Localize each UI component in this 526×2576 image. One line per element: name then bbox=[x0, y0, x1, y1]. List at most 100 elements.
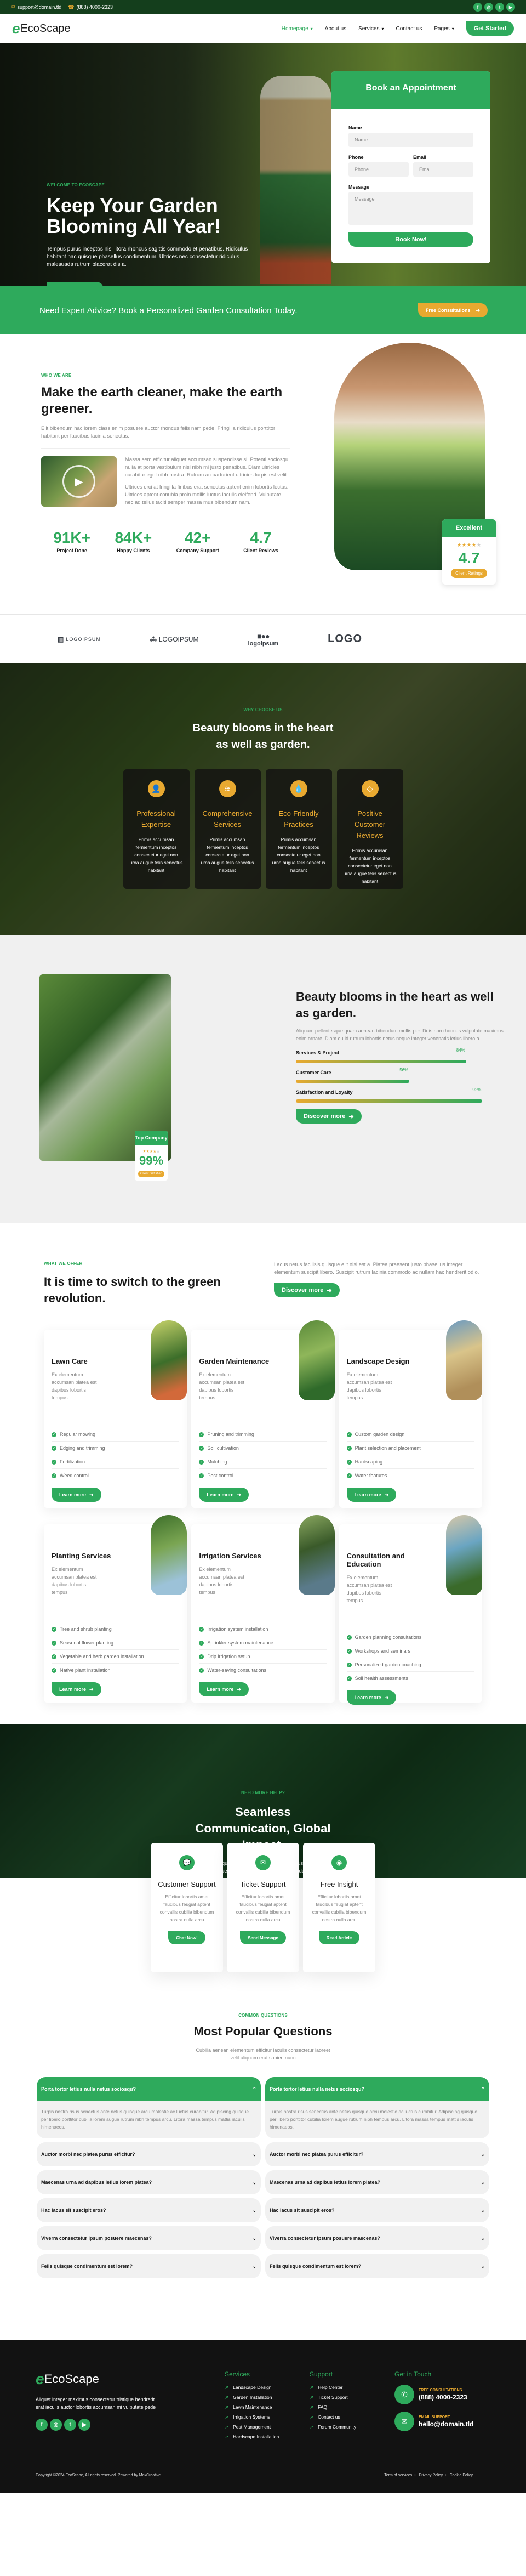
nav-item-homepage[interactable]: Homepage ▾ bbox=[282, 26, 313, 32]
privacy-link[interactable]: Privacy Policy bbox=[419, 2473, 443, 2477]
cookie-link[interactable]: Cookie Policy bbox=[450, 2473, 473, 2477]
chevron-down-icon[interactable]: ⌄ bbox=[481, 2263, 485, 2269]
chevron-up-icon[interactable]: ⌃ bbox=[481, 2086, 485, 2092]
service-title: Lawn Care bbox=[52, 1357, 88, 1365]
faq-question[interactable]: Porta tortor letius nulla netus sociosqu… bbox=[265, 2077, 489, 2101]
star-rating: ★★★★★ bbox=[456, 542, 482, 548]
faq-question[interactable]: Hac lacus sit suscipit eros? ⌄ bbox=[37, 2198, 261, 2222]
faq-question[interactable]: Felis quisque condimentum est lorem? ⌄ bbox=[265, 2254, 489, 2278]
phone-input[interactable]: Phone bbox=[348, 162, 409, 177]
faq-item[interactable]: Felis quisque condimentum est lorem? ⌄ bbox=[265, 2254, 489, 2278]
faq-item[interactable]: Auctor morbi nec platea purus efficitur?… bbox=[265, 2142, 489, 2166]
chevron-down-icon[interactable]: ⌄ bbox=[252, 2263, 256, 2269]
message-textarea[interactable]: Message bbox=[348, 192, 473, 225]
nav-item-pages[interactable]: Pages ▾ bbox=[434, 26, 454, 32]
faq-question[interactable]: Maecenas urna ad dapibus letius lorem pl… bbox=[37, 2170, 261, 2194]
faq-question[interactable]: Viverra consectetur ipsum posuere maecen… bbox=[265, 2226, 489, 2250]
footer-email[interactable]: ✉ EMAIL SUPPORT hello@domain.tld bbox=[395, 2412, 473, 2431]
discover-more-button[interactable]: Discover more ➜ bbox=[274, 1283, 340, 1297]
chevron-down-icon[interactable]: ⌄ bbox=[252, 2235, 256, 2242]
faq-item[interactable]: Hac lacus sit suscipit eros? ⌄ bbox=[265, 2198, 489, 2222]
faq-question[interactable]: Viverra consectetur ipsum posuere maecen… bbox=[37, 2226, 261, 2250]
phone-contact[interactable]: ☎ (888) 4000-2323 bbox=[68, 4, 113, 10]
chevron-down-icon[interactable]: ⌄ bbox=[252, 2208, 256, 2214]
instagram-icon[interactable]: ◎ bbox=[50, 2419, 62, 2431]
learn-more-button[interactable]: Learn more ➜ bbox=[346, 1690, 397, 1705]
faq-question-text: Felis quisque condimentum est lorem? bbox=[270, 2263, 362, 2269]
twitter-icon[interactable]: t bbox=[495, 3, 504, 12]
footer-link[interactable]: ↗ Irrigation Systems bbox=[225, 2414, 310, 2420]
nav-item-contact[interactable]: Contact us bbox=[396, 26, 422, 32]
faq-question-text: Porta tortor letius nulla netus sociosqu… bbox=[41, 2086, 136, 2092]
faq-item[interactable]: Hac lacus sit suscipit eros? ⌄ bbox=[37, 2198, 261, 2222]
get-started-button[interactable]: Get Started bbox=[466, 21, 514, 36]
footer-link[interactable]: ↗ Forum Community bbox=[310, 2424, 395, 2430]
faq-item[interactable]: Viverra consectetur ipsum posuere maecen… bbox=[265, 2226, 489, 2250]
footer-link[interactable]: ↗ Landscape Design bbox=[225, 2385, 310, 2391]
footer-link[interactable]: ↗ Help Center bbox=[310, 2385, 395, 2391]
footer-logo[interactable]: e EcoScape bbox=[36, 2370, 225, 2388]
footer-link[interactable]: ↗ Garden Installation bbox=[225, 2395, 310, 2401]
chevron-down-icon[interactable]: ⌄ bbox=[252, 2180, 256, 2186]
nav-item-about[interactable]: About us bbox=[325, 26, 346, 32]
faq-item[interactable]: Viverra consectetur ipsum posuere maecen… bbox=[37, 2226, 261, 2250]
youtube-icon[interactable]: ▶ bbox=[506, 3, 515, 12]
learn-more-button[interactable]: Learn more ➜ bbox=[199, 1682, 249, 1696]
twitter-icon[interactable]: t bbox=[64, 2419, 76, 2431]
video-thumbnail[interactable]: ▶ bbox=[41, 456, 117, 507]
faq-item[interactable]: Maecenas urna ad dapibus letius lorem pl… bbox=[37, 2170, 261, 2194]
faq-question[interactable]: Maecenas urna ad dapibus letius lorem pl… bbox=[265, 2170, 489, 2194]
footer-link[interactable]: ↗ Pest Management bbox=[225, 2424, 310, 2430]
nav-item-services[interactable]: Services ▾ bbox=[358, 26, 384, 32]
chevron-down-icon[interactable]: ⌄ bbox=[481, 2152, 485, 2158]
service-features: ✓ Irrigation system installation ✓ Sprinkle… bbox=[199, 1622, 327, 1677]
support-button[interactable]: Read Article bbox=[318, 1931, 360, 1944]
chevron-down-icon[interactable]: ⌄ bbox=[252, 2152, 256, 2158]
chevron-down-icon[interactable]: ⌄ bbox=[481, 2235, 485, 2242]
support-button[interactable]: Chat Now! bbox=[168, 1931, 205, 1944]
instagram-icon[interactable]: ◎ bbox=[484, 3, 493, 12]
faq-item[interactable]: Auctor morbi nec platea purus efficitur?… bbox=[37, 2142, 261, 2166]
footer-link[interactable]: ↗ FAQ bbox=[310, 2404, 395, 2410]
learn-more-button[interactable]: Learn more ➜ bbox=[52, 1488, 101, 1502]
play-icon[interactable]: ▶ bbox=[62, 465, 95, 498]
facebook-icon[interactable]: f bbox=[36, 2419, 48, 2431]
phone-icon: ✆ bbox=[395, 2385, 414, 2404]
footer-link[interactable]: ↗ Hardscape Installation bbox=[225, 2434, 310, 2440]
footer-link[interactable]: ↗ Ticket Support bbox=[310, 2395, 395, 2401]
learn-more-button[interactable]: Learn more ➜ bbox=[199, 1488, 249, 1502]
feature-label: Native plant installation bbox=[60, 1667, 111, 1673]
faq-question[interactable]: Hac lacus sit suscipit eros? ⌄ bbox=[265, 2198, 489, 2222]
email-input[interactable]: Email bbox=[413, 162, 473, 177]
support-button[interactable]: Send Message bbox=[240, 1931, 286, 1944]
email-contact[interactable]: ✉ support@domain.tld bbox=[11, 4, 61, 10]
discover-more-button[interactable]: Discover more bbox=[47, 282, 104, 286]
learn-more-button[interactable]: Learn more ➜ bbox=[346, 1488, 397, 1502]
footer-link[interactable]: ↗ Contact us bbox=[310, 2414, 395, 2420]
facebook-icon[interactable]: f bbox=[473, 3, 482, 12]
book-now-button[interactable]: Book Now! bbox=[348, 232, 473, 247]
chevron-down-icon[interactable]: ⌄ bbox=[481, 2208, 485, 2214]
footer-link[interactable]: ↗ Lawn Maintenance bbox=[225, 2404, 310, 2410]
brand-logo[interactable]: e EcoScape bbox=[12, 20, 71, 37]
discover-more-button[interactable]: Discover more ➜ bbox=[296, 1109, 362, 1124]
feature-label: Tree and shrub planting bbox=[60, 1626, 112, 1632]
faq-item[interactable]: Porta tortor letius nulla netus sociosqu… bbox=[37, 2077, 261, 2138]
faq-question-text: Auctor morbi nec platea purus efficitur? bbox=[270, 2152, 364, 2157]
chevron-up-icon[interactable]: ⌃ bbox=[252, 2086, 256, 2092]
faq-question[interactable]: Porta tortor letius nulla netus sociosqu… bbox=[37, 2077, 261, 2101]
chevron-down-icon[interactable]: ⌄ bbox=[481, 2180, 485, 2186]
learn-more-button[interactable]: Learn more ➜ bbox=[52, 1682, 101, 1696]
faq-question[interactable]: Felis quisque condimentum est lorem? ⌄ bbox=[37, 2254, 261, 2278]
footer-phone[interactable]: ✆ FREE CONSULTATIONS (888) 4000-2323 bbox=[395, 2385, 473, 2404]
youtube-icon[interactable]: ▶ bbox=[78, 2419, 90, 2431]
faq-item[interactable]: Maecenas urna ad dapibus letius lorem pl… bbox=[265, 2170, 489, 2194]
faq-item[interactable]: Felis quisque condimentum est lorem? ⌄ bbox=[37, 2254, 261, 2278]
name-input[interactable]: Name bbox=[348, 133, 473, 147]
faq-question[interactable]: Auctor morbi nec platea purus efficitur?… bbox=[37, 2142, 261, 2166]
free-consultations-button[interactable]: Free Consultations ➜ bbox=[418, 303, 488, 317]
faq-question[interactable]: Auctor morbi nec platea purus efficitur?… bbox=[265, 2142, 489, 2166]
terms-link[interactable]: Term of services bbox=[384, 2473, 412, 2477]
faq-item[interactable]: Porta tortor letius nulla netus sociosqu… bbox=[265, 2077, 489, 2138]
chevron-down-icon: ▾ bbox=[310, 26, 313, 31]
